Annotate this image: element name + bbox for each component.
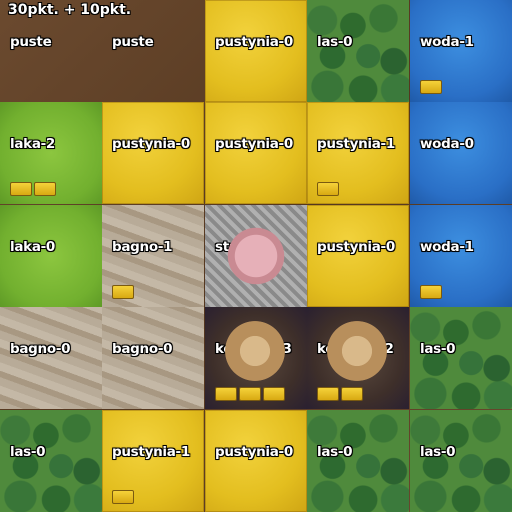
tile-forest: las-0 [410,307,512,409]
tile-label: las-0 [420,444,456,460]
tile-forest: las-0 [0,410,102,512]
crown-icon [317,387,339,401]
tile-label: pustynia-0 [112,136,190,152]
tile-forest: las-0 [307,0,409,102]
tile-water: woda-1 [410,205,512,307]
tile-label: puste [10,34,52,50]
tile-label: laka-0 [10,239,56,255]
tile-meadow: laka-2 [0,102,102,204]
tile-desert: pustynia-1 [102,410,204,512]
tile-forest: las-0 [410,410,512,512]
tile-mine: kopalnia-3 [205,307,307,409]
tile-label: pustynia-1 [112,444,190,460]
tile-label: puste [112,34,154,50]
crown-icon [263,387,285,401]
tile-desert: pustynia-0 [102,102,204,204]
tile-swamp: bagno-0 [102,307,204,409]
tile-label: pustynia-0 [215,444,293,460]
crown-icon [317,182,339,196]
crown-icon [215,387,237,401]
crown-icon [112,285,134,299]
tile-label: pustynia-0 [317,239,395,255]
kingdom-board: las-0 las-0 pustynia-0 pustynia-1 las-0 las-0… [0,0,512,512]
tile-label: kopalnia-2 [317,341,394,357]
tile-desert: pustynia-0 [205,410,307,512]
tile-forest: las-0 [307,410,409,512]
tile-swamp: bagno-1 [102,205,204,307]
tile-label: pustynia-0 [215,136,293,152]
tile-label: bagno-0 [10,341,71,357]
tile-label: las-0 [317,444,353,460]
tile-meadow: laka-0 [0,205,102,307]
tile-label: las-0 [10,444,46,460]
crown-icon [239,387,261,401]
tile-label: woda-1 [420,239,474,255]
tile-label: bagno-0 [112,341,173,357]
tile-desert: pustynia-0 [205,0,307,102]
tile-label: las-0 [317,34,353,50]
tile-start: startowy [205,205,307,307]
tile-label: las-0 [420,341,456,357]
tile-label: startowy [215,239,280,255]
tile-label: bagno-1 [112,239,173,255]
tile-swamp: bagno-0 [0,307,102,409]
crown-icon [34,182,56,196]
tile-water: woda-0 [410,102,512,204]
score-text: 30pkt. + 10pkt. [8,2,132,18]
tile-label: woda-1 [420,34,474,50]
tile-mine: kopalnia-2 [307,307,409,409]
tile-desert: pustynia-1 [307,102,409,204]
crown-icon [420,285,442,299]
crown-icon [10,182,32,196]
tile-desert: pustynia-0 [307,205,409,307]
crown-icon [112,490,134,504]
tile-label: pustynia-0 [215,34,293,50]
crown-icon [420,80,442,94]
tile-label: pustynia-1 [317,136,395,152]
tile-label: kopalnia-3 [215,341,292,357]
tile-label: laka-2 [10,136,56,152]
tile-water: woda-1 [410,0,512,102]
crown-icon [341,387,363,401]
tile-label: woda-0 [420,136,474,152]
tile-desert: pustynia-0 [205,102,307,204]
